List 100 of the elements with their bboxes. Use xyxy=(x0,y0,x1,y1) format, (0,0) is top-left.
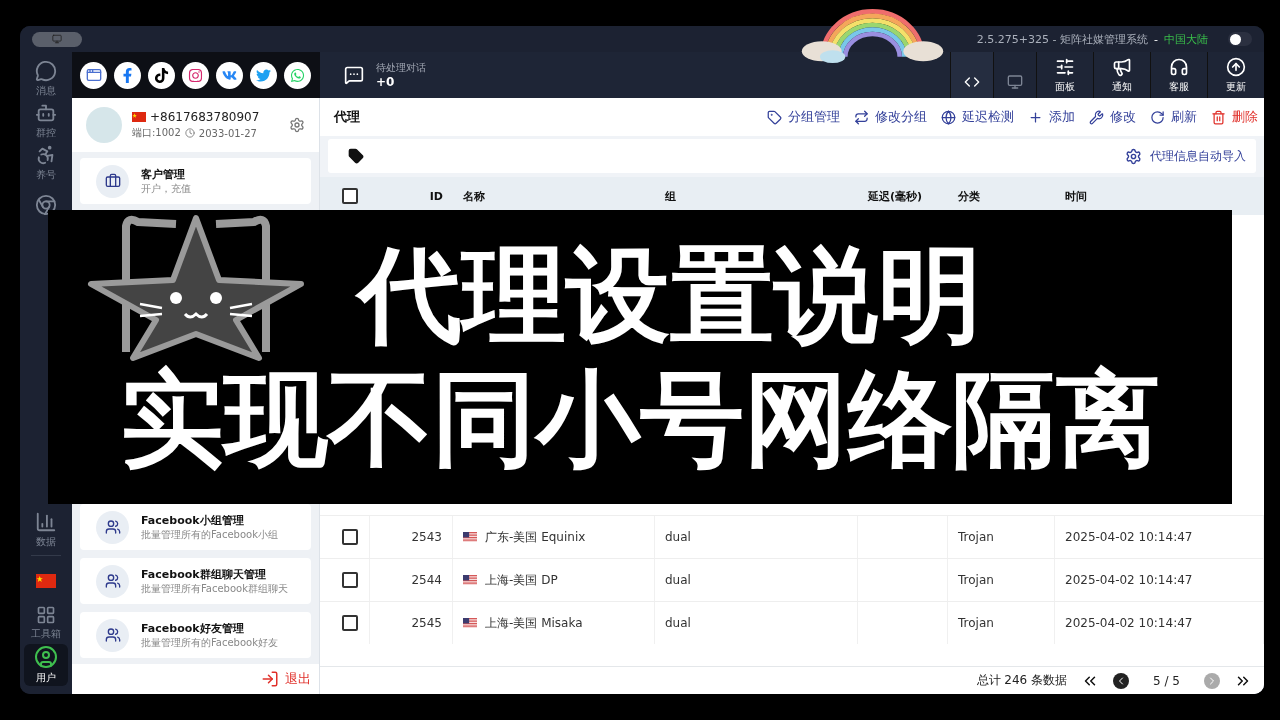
table-cell: Trojan xyxy=(958,530,994,544)
toolbar-action[interactable]: 刷新 xyxy=(1150,108,1197,126)
row-checkbox[interactable] xyxy=(342,615,358,631)
instagram-icon xyxy=(188,67,203,83)
facebook-icon xyxy=(120,67,135,83)
nav-item[interactable]: 数据 xyxy=(24,509,68,551)
menu-title: Facebook群组聊天管理 xyxy=(141,566,267,582)
total-count: 总计 246 条数据 xyxy=(976,672,1068,689)
swap-icon xyxy=(854,109,869,125)
table-cell: dual xyxy=(665,616,691,630)
window-button[interactable] xyxy=(32,31,82,47)
nav-item[interactable]: 用户 xyxy=(24,644,68,686)
table-cell: 2025-04-02 10:14:47 xyxy=(1065,616,1193,630)
user-icon xyxy=(34,645,58,669)
wrench-icon xyxy=(1089,109,1104,125)
megaphone-icon xyxy=(1112,56,1132,77)
us-flag-icon xyxy=(463,618,477,628)
whatsapp-icon xyxy=(290,67,305,83)
pending-label: 待处理对话 xyxy=(376,61,426,75)
table-cell: Trojan xyxy=(958,616,994,630)
page-title: 代理 xyxy=(334,108,360,126)
column-header: ID xyxy=(428,189,444,203)
table-cell: dual xyxy=(665,530,691,544)
update-icon xyxy=(1226,56,1246,77)
social-app-button[interactable] xyxy=(250,61,277,89)
nav-item[interactable]: 工具箱 xyxy=(24,602,68,644)
expiry-date: 2033-01-27 xyxy=(198,127,257,139)
menu-card[interactable]: Facebook小组管理 批量管理所有的Facebook小组 xyxy=(80,504,311,550)
plus-icon xyxy=(1028,109,1043,125)
title-separator: - xyxy=(1154,32,1158,46)
menu-card[interactable]: Facebook群组聊天管理 批量管理所有Facebook群组聊天 xyxy=(80,558,311,604)
select-all-checkbox[interactable] xyxy=(342,188,358,204)
screen-icon xyxy=(52,34,62,44)
column-header: 时间 xyxy=(1064,188,1088,204)
phone-number: +8617683780907 xyxy=(150,110,260,124)
toolbar-action[interactable]: 延迟检测 xyxy=(941,108,1014,126)
menu-card[interactable]: 客户管理 开户，充值 xyxy=(80,158,311,204)
menu-subtitle: 开户，充值 xyxy=(141,181,191,196)
group-icon xyxy=(96,564,129,598)
page-indicator: 5 / 5 xyxy=(1153,673,1180,688)
menu-title: 客户管理 xyxy=(141,166,186,182)
logout-button[interactable]: 退出 xyxy=(72,664,319,694)
social-app-button[interactable] xyxy=(114,61,141,89)
menu-card[interactable]: Facebook好友管理 批量管理所有的Facebook好友 xyxy=(80,612,311,658)
auto-import-button[interactable]: 代理信息自动导入 xyxy=(1125,147,1246,165)
chat-icon xyxy=(35,60,57,82)
trash-icon xyxy=(1211,109,1226,125)
china-flag-icon xyxy=(132,112,146,122)
row-checkbox[interactable] xyxy=(342,529,358,545)
grid-icon xyxy=(36,605,56,625)
people-icon xyxy=(96,618,129,652)
headset-icon xyxy=(1169,56,1189,77)
robot-icon xyxy=(35,102,57,124)
menu-subtitle: 批量管理所有Facebook群组聊天 xyxy=(141,581,288,596)
window-title: 2.5.275+325 - 矩阵社媒管理系统 xyxy=(976,31,1148,47)
theme-switch[interactable] xyxy=(1228,32,1252,46)
social-app-button[interactable] xyxy=(80,61,107,89)
monitor-icon xyxy=(1007,74,1023,90)
mode-tab[interactable] xyxy=(950,52,993,98)
port-label: 端口:1002 xyxy=(132,126,181,140)
table-cell: 2025-04-02 10:14:47 xyxy=(1065,530,1193,544)
menu-subtitle: 批量管理所有的Facebook小组 xyxy=(141,527,278,542)
tag-icon xyxy=(767,109,782,125)
toolbar-action[interactable]: 分组管理 xyxy=(767,108,840,126)
settings-icon xyxy=(1125,147,1142,165)
column-header: 延迟(毫秒) xyxy=(866,188,924,204)
table-cell: 上海-美国 DP xyxy=(485,571,558,589)
briefcase-icon xyxy=(96,164,129,198)
social-app-button[interactable] xyxy=(284,61,311,89)
settings-icon[interactable] xyxy=(289,117,305,133)
avatar xyxy=(86,107,122,143)
row-checkbox[interactable] xyxy=(342,572,358,588)
table-cell: 2544 xyxy=(411,573,442,587)
table-cell: 上海-美国 Misaka xyxy=(485,614,583,632)
refresh-icon xyxy=(1150,109,1165,125)
region-label: 中国大陆 xyxy=(1164,31,1208,47)
table-cell: dual xyxy=(665,573,691,587)
globe-icon xyxy=(941,109,956,125)
nav-item[interactable]: 群控 xyxy=(24,100,68,142)
nav-item[interactable]: 消息 xyxy=(24,58,68,100)
laptop-app-icon xyxy=(85,67,102,83)
social-app-button[interactable] xyxy=(148,61,175,89)
toolbar-action[interactable]: 添加 xyxy=(1028,108,1075,126)
toolbar-action[interactable]: 删除 xyxy=(1211,108,1258,126)
pending-count: +0 xyxy=(376,75,396,89)
menu-title: Facebook好友管理 xyxy=(141,620,245,636)
menu-title: Facebook小组管理 xyxy=(141,512,245,528)
prev-page-button[interactable] xyxy=(1113,672,1130,689)
tag-icon[interactable] xyxy=(348,148,364,164)
toolbar-action[interactable]: 修改 xyxy=(1089,108,1136,126)
banner-title: 实现不同小号网络隔离 xyxy=(120,361,1160,477)
social-app-button[interactable] xyxy=(182,61,209,89)
tiktok-icon xyxy=(154,67,169,83)
social-app-button[interactable] xyxy=(216,61,243,89)
clock-icon xyxy=(184,128,195,138)
nav-item[interactable]: 养号 xyxy=(24,142,68,184)
toolbar-action[interactable]: 修改分组 xyxy=(854,108,927,126)
column-header: 名称 xyxy=(462,188,486,204)
table-cell: 2545 xyxy=(411,616,442,630)
table-cell: Trojan xyxy=(958,573,994,587)
